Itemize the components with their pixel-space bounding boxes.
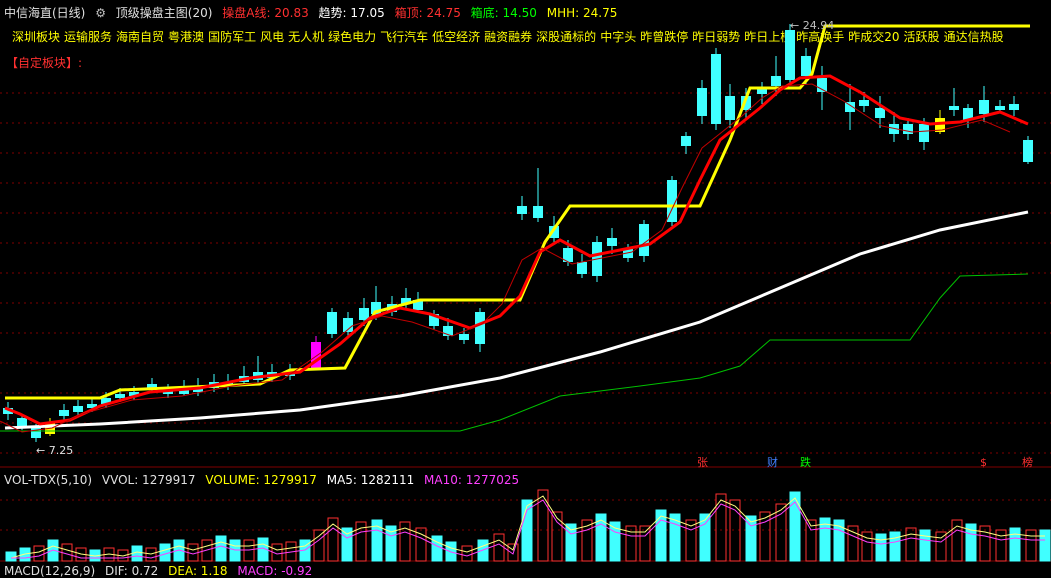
volume-bar bbox=[1025, 529, 1037, 562]
candle-body bbox=[517, 206, 527, 214]
candle-body bbox=[771, 76, 781, 86]
event-marker[interactable]: 跌 bbox=[800, 457, 811, 469]
candle-body bbox=[903, 124, 913, 134]
candle-body bbox=[577, 262, 587, 274]
volume-bar bbox=[655, 509, 667, 562]
ma-white-line bbox=[4, 210, 1029, 430]
volume-bar bbox=[493, 533, 505, 562]
candle-body bbox=[59, 410, 69, 416]
volume-bar bbox=[875, 533, 887, 562]
volume-bar bbox=[521, 499, 533, 562]
volume-bar bbox=[919, 529, 931, 562]
volume-bar bbox=[847, 525, 859, 562]
candle-body bbox=[1009, 104, 1019, 110]
candle-body bbox=[17, 418, 27, 426]
candle-body bbox=[875, 108, 885, 118]
dif-value: DIF: 0.72 bbox=[104, 564, 159, 578]
candle-body bbox=[639, 224, 649, 256]
volume-bar bbox=[889, 531, 901, 562]
ma10-value: MA10: 1277025 bbox=[424, 473, 520, 487]
candle-body bbox=[859, 100, 869, 106]
volume-bar bbox=[775, 503, 787, 562]
green-line bbox=[0, 273, 1029, 432]
candle-body bbox=[785, 30, 795, 80]
event-marker[interactable]: $ bbox=[980, 457, 987, 469]
candle-body bbox=[817, 78, 827, 92]
candle-body bbox=[681, 136, 691, 146]
macd-value: MACD: -0.92 bbox=[237, 564, 313, 578]
candle-body bbox=[949, 106, 959, 110]
volume-bar bbox=[905, 527, 917, 562]
vvol-value: VVOL: 1279917 bbox=[101, 473, 196, 487]
volume-header: VOL-TDX(5,10) VVOL: 1279917 VOLUME: 1279… bbox=[4, 473, 525, 487]
volume-bar bbox=[461, 545, 473, 562]
event-marker[interactable]: 榜 bbox=[1022, 457, 1033, 469]
candle-body bbox=[801, 56, 811, 76]
candle-body bbox=[115, 394, 125, 398]
dea-value: DEA: 1.18 bbox=[168, 564, 228, 578]
high-price-label: ← 24.94 bbox=[790, 19, 835, 32]
volume-value: VOLUME: 1279917 bbox=[205, 473, 317, 487]
candle-body bbox=[919, 124, 929, 142]
volume-bar bbox=[551, 511, 563, 562]
volume-indicator-name[interactable]: VOL-TDX(5,10) bbox=[4, 473, 92, 487]
candle-body bbox=[995, 106, 1005, 110]
volume-bar bbox=[1009, 527, 1021, 562]
candle-body bbox=[459, 334, 469, 340]
candle-body bbox=[979, 100, 989, 114]
low-price-label: ← 7.25 bbox=[36, 444, 74, 457]
candle-body bbox=[533, 206, 543, 218]
volume-bar bbox=[33, 545, 45, 562]
candle-body bbox=[711, 54, 721, 124]
ma5-value: MA5: 1282111 bbox=[326, 473, 415, 487]
kline-chart[interactable] bbox=[0, 0, 1051, 577]
candle-body bbox=[475, 312, 485, 344]
candle-body bbox=[697, 88, 707, 116]
volume-bar bbox=[639, 525, 651, 562]
macd-indicator-name[interactable]: MACD(12,26,9) bbox=[4, 564, 95, 578]
candle-body bbox=[607, 238, 617, 246]
volume-bar bbox=[1039, 529, 1051, 562]
candle-body bbox=[327, 312, 337, 334]
candle-body bbox=[73, 406, 83, 412]
volume-bar bbox=[215, 535, 227, 562]
candle-body bbox=[1023, 140, 1033, 162]
candle-body bbox=[725, 96, 735, 120]
macd-header: MACD(12,26,9) DIF: 0.72 DEA: 1.18 MACD: … bbox=[4, 564, 318, 578]
volume-bar bbox=[313, 529, 325, 562]
volume-bar bbox=[935, 531, 947, 562]
event-marker[interactable]: 张 bbox=[697, 457, 708, 469]
event-marker[interactable]: 财 bbox=[767, 457, 778, 469]
